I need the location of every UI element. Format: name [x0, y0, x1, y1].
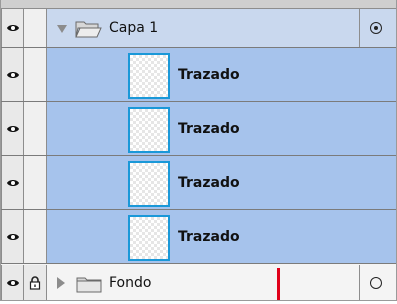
layers-panel: Capa 1 Trazado Trazado Trazado Trazado F…: [0, 0, 397, 301]
target-circle-icon[interactable]: [370, 22, 382, 34]
layer-thumbnail: [128, 107, 170, 153]
insertion-marker: [277, 268, 280, 300]
folder-icon: [76, 277, 102, 292]
layer-name: Trazado: [178, 66, 240, 83]
eye-icon: [7, 25, 19, 31]
layer-row[interactable]: Trazado: [1, 210, 396, 264]
lock-icon: [29, 275, 41, 290]
group-name: Capa 1: [109, 20, 159, 36]
lock-toggle[interactable]: [24, 48, 47, 101]
column-divider: [359, 9, 360, 47]
eye-icon: [7, 71, 19, 78]
eye-icon: [7, 179, 19, 186]
layer-row[interactable]: Trazado: [1, 102, 396, 156]
folder-open-icon: [75, 21, 102, 38]
layer-thumbnail: [128, 215, 170, 261]
visibility-toggle[interactable]: [1, 102, 24, 155]
layer-thumbnail: [128, 53, 170, 99]
layer-name: Trazado: [178, 228, 240, 245]
expand-triangle-icon[interactable]: [57, 25, 67, 33]
visibility-toggle[interactable]: [1, 48, 24, 101]
visibility-toggle[interactable]: [1, 9, 24, 47]
group-name: Fondo: [109, 274, 152, 291]
lock-toggle[interactable]: [24, 210, 47, 263]
layer-group-row-capa-1[interactable]: Capa 1: [1, 9, 396, 48]
panel-top-edge: [1, 0, 396, 9]
visibility-toggle[interactable]: [1, 210, 24, 263]
layer-row[interactable]: Trazado: [1, 156, 396, 210]
lock-toggle[interactable]: [24, 156, 47, 209]
column-divider: [359, 265, 360, 300]
layer-thumbnail: [128, 161, 170, 207]
layer-name: Trazado: [178, 174, 240, 191]
eye-icon: [7, 125, 19, 132]
lock-toggle[interactable]: [24, 102, 47, 155]
target-circle-icon[interactable]: [370, 276, 382, 289]
lock-toggle[interactable]: [24, 9, 47, 47]
collapse-triangle-icon[interactable]: [57, 276, 65, 289]
layer-group-row-fondo[interactable]: Fondo: [1, 265, 396, 300]
layer-name: Trazado: [178, 120, 240, 137]
eye-icon: [7, 279, 19, 286]
visibility-toggle[interactable]: [1, 156, 24, 209]
eye-icon: [7, 233, 19, 240]
layer-rows-divider: [359, 48, 360, 264]
layer-row[interactable]: Trazado: [1, 48, 396, 102]
visibility-toggle[interactable]: [1, 265, 24, 300]
lock-toggle[interactable]: [24, 265, 47, 300]
